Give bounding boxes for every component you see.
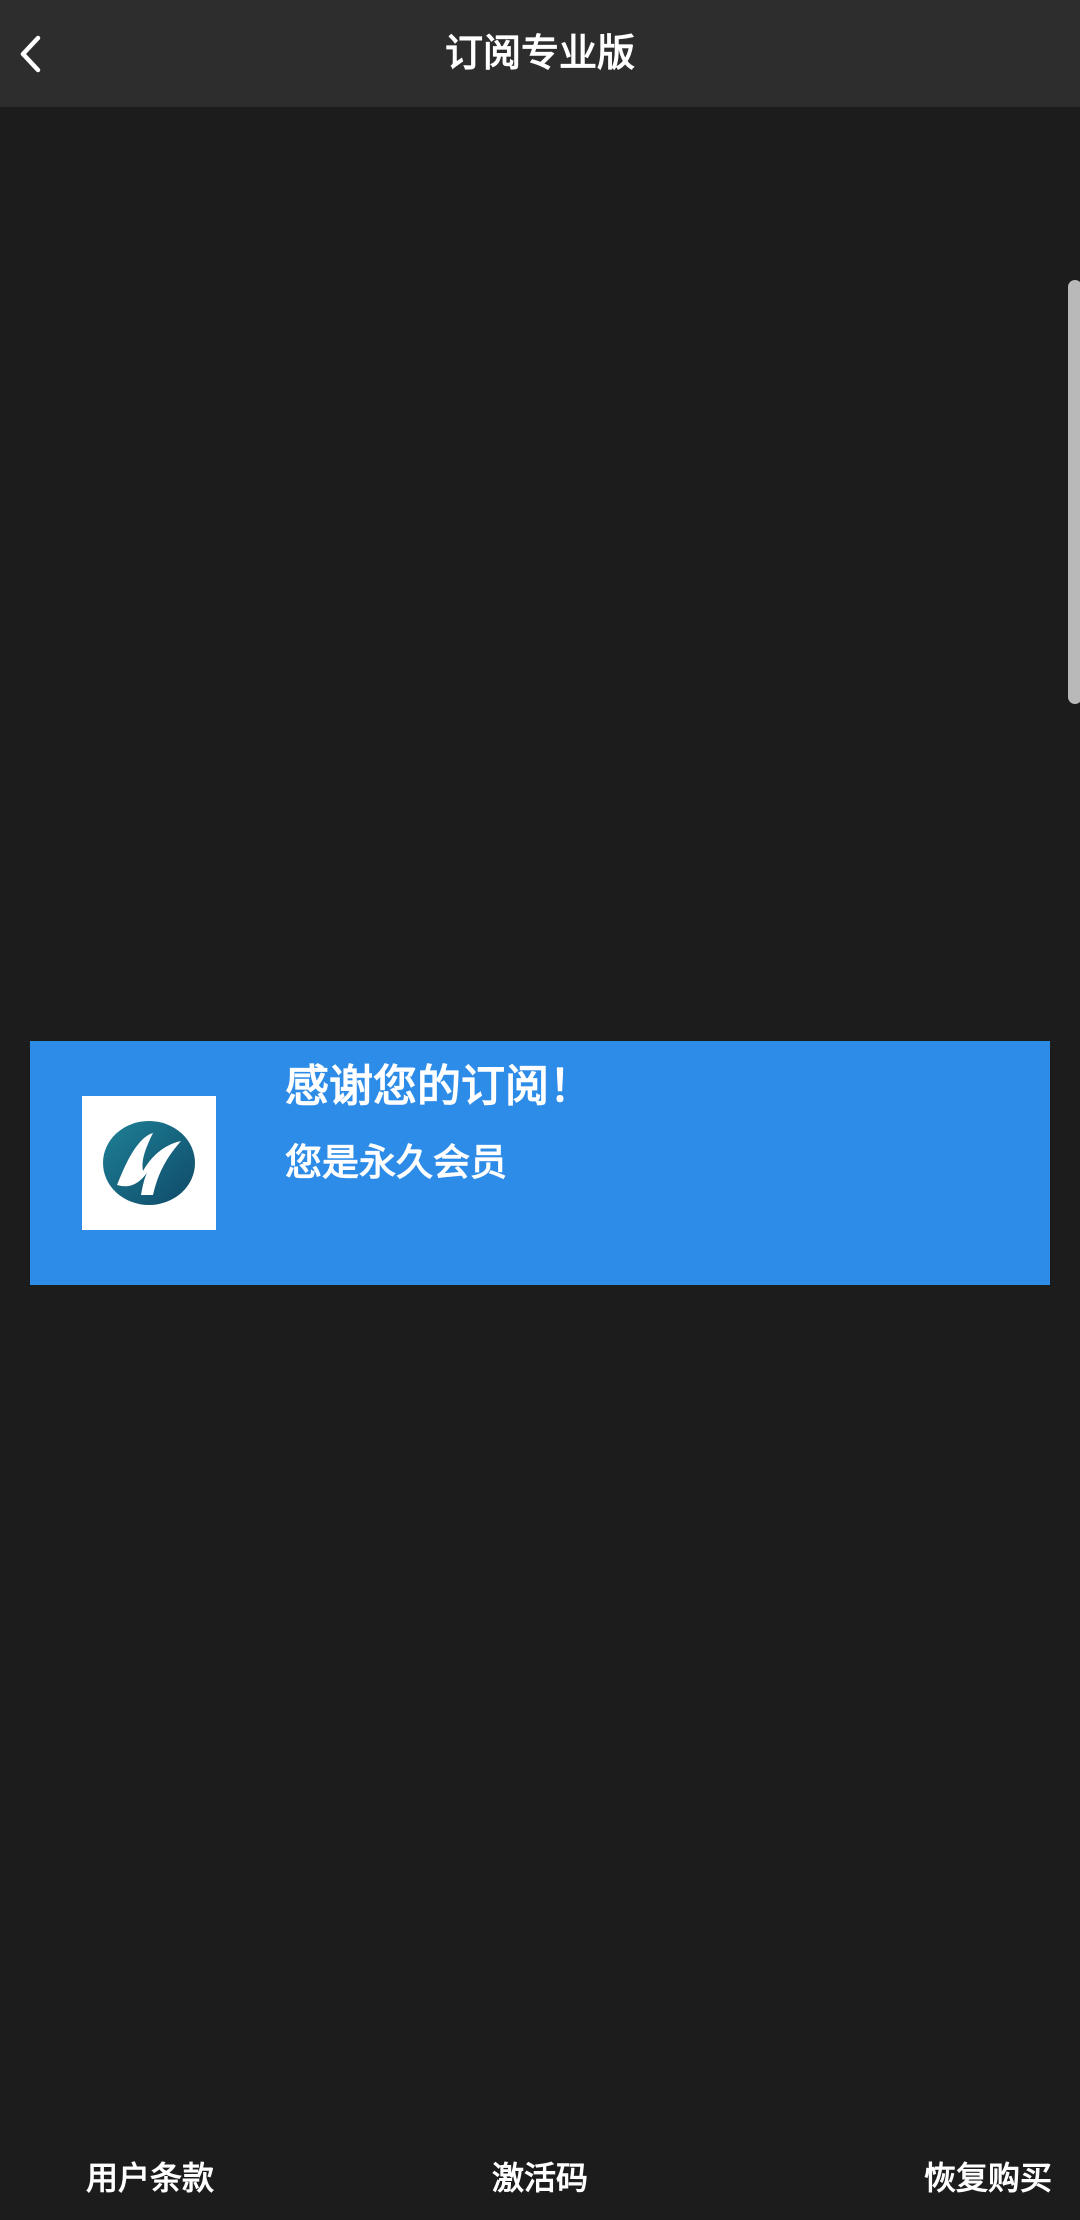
chevron-left-icon: [20, 35, 41, 73]
activation-code-link[interactable]: 激活码: [0, 2150, 1080, 2206]
top-app-bar: 订阅专业版: [0, 0, 1080, 107]
back-button[interactable]: [0, 18, 60, 90]
restore-purchase-link[interactable]: 恢复购买: [924, 2150, 1052, 2206]
subscription-status-banner: 感谢您的订阅！ 您是永久会员: [30, 1041, 1050, 1285]
thanks-title: 感谢您的订阅！: [285, 1061, 593, 1112]
membership-status: 您是永久会员: [285, 1141, 507, 1184]
app-logo: [82, 1096, 216, 1230]
app-logo-icon: [103, 1121, 195, 1205]
subscription-screen: 订阅专业版 感谢您的订阅！ 您是永久会员 用户条款 激活码 恢复购买: [0, 0, 1080, 2220]
page-title: 订阅专业版: [444, 31, 635, 75]
scrollbar-thumb[interactable]: [1068, 280, 1080, 704]
